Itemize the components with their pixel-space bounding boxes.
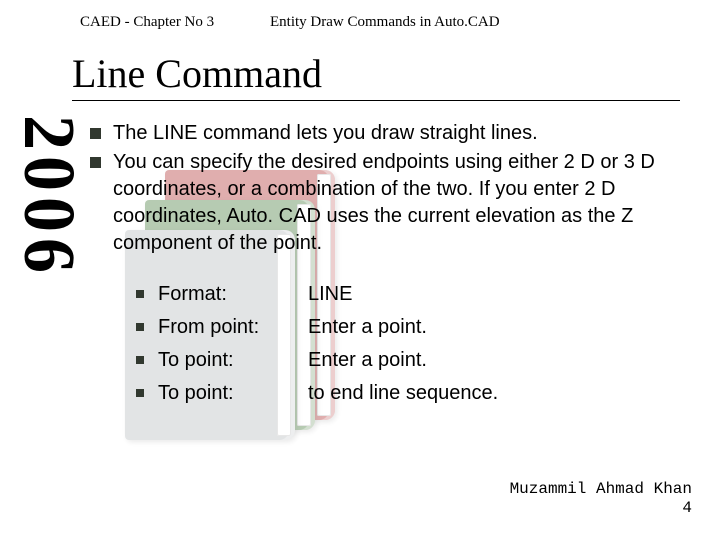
format-sublist: Format: LINE From point: Enter a point. …	[136, 281, 680, 407]
sub-value: Enter a point.	[308, 347, 680, 374]
list-item: To point: Enter a point.	[136, 347, 680, 374]
sub-label: To point:	[158, 380, 308, 407]
list-item: To point: to end line sequence.	[136, 380, 680, 407]
page-title: Line Command	[72, 50, 322, 97]
sub-value: Enter a point.	[308, 314, 680, 341]
content-area: The LINE command lets you draw straight …	[90, 120, 680, 413]
bullet-item: You can specify the desired endpoints us…	[90, 149, 680, 257]
square-bullet-icon	[90, 128, 101, 139]
header-chapter: CAED - Chapter No 3	[80, 14, 270, 31]
square-bullet-icon	[136, 323, 144, 331]
sub-value: LINE	[308, 281, 680, 308]
list-item: From point: Enter a point.	[136, 314, 680, 341]
sub-label: To point:	[158, 347, 308, 374]
footer-page-number: 4	[510, 499, 692, 518]
square-bullet-icon	[136, 389, 144, 397]
square-bullet-icon	[136, 356, 144, 364]
footer-author: Muzammil Ahmad Khan	[510, 480, 692, 499]
bullet-text: You can specify the desired endpoints us…	[113, 149, 680, 257]
square-bullet-icon	[90, 157, 101, 168]
sub-label: Format:	[158, 281, 308, 308]
square-bullet-icon	[136, 290, 144, 298]
bullet-item: The LINE command lets you draw straight …	[90, 120, 680, 147]
sub-value: to end line sequence.	[308, 380, 680, 407]
slide-footer: Muzammil Ahmad Khan 4	[510, 480, 692, 518]
list-item: Format: LINE	[136, 281, 680, 308]
slide-header: CAED - Chapter No 3 Entity Draw Commands…	[80, 14, 680, 31]
sub-label: From point:	[158, 314, 308, 341]
header-topic: Entity Draw Commands in Auto.CAD	[270, 14, 680, 31]
side-year: 2006	[6, 115, 90, 279]
bullet-text: The LINE command lets you draw straight …	[113, 120, 680, 147]
title-underline	[72, 100, 680, 101]
